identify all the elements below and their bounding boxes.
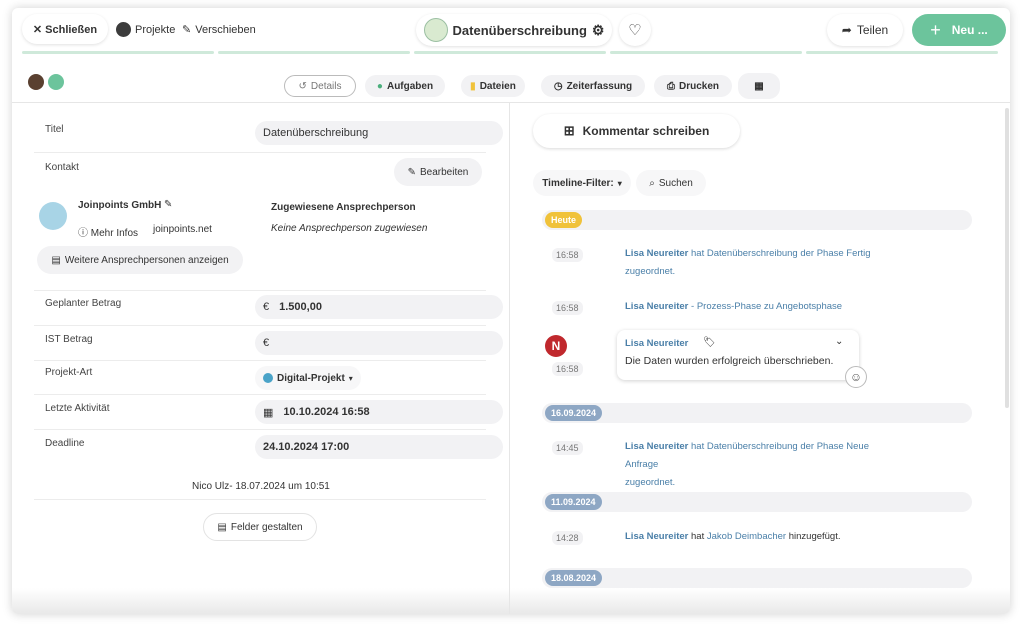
clock-icon: ◷ bbox=[553, 80, 563, 92]
new-button[interactable]: + Neu ... bbox=[912, 14, 1006, 46]
tab-calendar[interactable]: ▦ bbox=[738, 73, 780, 99]
add-comment-icon: ⊞ bbox=[563, 123, 575, 138]
move-link[interactable]: ✎ Verschieben bbox=[182, 23, 256, 37]
timeline-event: Lisa Neureiter - Prozess-Phase zu Angebo… bbox=[625, 301, 843, 312]
avatar: N bbox=[545, 335, 567, 357]
printer-icon: ⎙ bbox=[666, 80, 675, 92]
date-separator: 16.09.2024 bbox=[542, 403, 972, 423]
plus-icon: + bbox=[930, 19, 941, 40]
project-type-dot-icon bbox=[263, 373, 273, 383]
heart-icon: ♡ bbox=[628, 22, 642, 39]
date-separator: 11.09.2024 bbox=[542, 492, 972, 512]
ist-amount-row: IST Betrag € bbox=[34, 326, 503, 361]
check-circle-icon: ● bbox=[376, 80, 383, 92]
scrollbar[interactable] bbox=[1005, 108, 1009, 408]
avatar-user-icon[interactable] bbox=[48, 74, 64, 90]
more-info-link[interactable]: ⓘ Mehr Infos bbox=[78, 224, 138, 239]
title-field[interactable]: Datenüberschreibung bbox=[255, 121, 503, 145]
created-by: Nico Ulz- 18.07.2024 um 10:51 bbox=[192, 481, 330, 492]
design-fields-button[interactable]: ▤ Felder gestalten bbox=[203, 513, 317, 541]
edit-icon: ✎ bbox=[407, 166, 416, 178]
layout-icon: ▤ bbox=[217, 521, 227, 533]
share-icon: ➦ bbox=[841, 23, 852, 37]
planned-amount-row: Geplanter Betrag €1.500,00 bbox=[34, 292, 503, 326]
timeline-event: Lisa Neureiter hat Datenüberschreibung d… bbox=[625, 441, 869, 488]
tag-icon[interactable]: 🏷 bbox=[703, 337, 716, 348]
calendar-icon: ▦ bbox=[263, 406, 274, 419]
file-icon: ▮ bbox=[470, 80, 476, 92]
edit-icon[interactable]: ✎ bbox=[164, 199, 172, 210]
share-button[interactable]: ➦ Teilen bbox=[827, 14, 903, 46]
timeline-filter-select[interactable]: Timeline-Filter: ▾ bbox=[533, 170, 631, 196]
tab-details[interactable]: ↺ Details bbox=[284, 75, 356, 97]
project-type-select[interactable]: Digital-Projekt ▾ bbox=[255, 366, 361, 390]
smiley-icon: ☺ bbox=[849, 370, 863, 384]
search-icon: ⌕ bbox=[649, 177, 655, 189]
comment-card: Lisa Neureiter 🏷 ⌄ Die Daten wurden erfo… bbox=[617, 330, 859, 380]
website-link[interactable]: joinpoints.net bbox=[153, 224, 212, 235]
deadline-row: Deadline 24.10.2024 17:00 bbox=[34, 430, 503, 464]
caret-down-icon: ▾ bbox=[348, 373, 353, 383]
planned-amount-field[interactable]: €1.500,00 bbox=[255, 295, 503, 319]
caret-down-icon: ▾ bbox=[617, 178, 622, 188]
company-name[interactable]: Joinpoints GmbH bbox=[78, 200, 161, 211]
favorite-button[interactable]: ♡ bbox=[619, 14, 651, 46]
write-comment-button[interactable]: ⊞ Kommentar schreiben bbox=[533, 114, 740, 148]
tab-print[interactable]: ⎙ Drucken bbox=[654, 75, 732, 97]
phase-progress-bar bbox=[22, 51, 998, 54]
deadline-field[interactable]: 24.10.2024 17:00 bbox=[255, 435, 503, 459]
gear-icon[interactable]: ⚙ bbox=[592, 22, 605, 39]
emoji-reaction-button[interactable]: ☺ bbox=[845, 366, 867, 388]
history-icon: ↺ bbox=[298, 80, 307, 92]
timeline-event: Lisa Neureiter hat Jakob Deimbacher hinz… bbox=[625, 531, 841, 542]
chevron-down-icon[interactable]: ⌄ bbox=[835, 336, 843, 347]
last-activity-row: Letzte Aktivität ▦ 10.10.2024 16:58 bbox=[34, 395, 503, 430]
tab-tasks[interactable]: ● Aufgaben bbox=[365, 75, 445, 97]
page-title: Datenüberschreibung bbox=[452, 22, 587, 38]
calendar-icon: ▦ bbox=[754, 80, 764, 92]
project-logo-icon bbox=[423, 18, 448, 42]
project-detail-window: ✕ Schließen Projekte ✎ Verschieben Daten… bbox=[12, 8, 1010, 614]
more-contacts-button[interactable]: ▤ Weitere Ansprechpersonen anzeigen bbox=[37, 246, 243, 274]
info-icon: ⓘ bbox=[78, 228, 91, 239]
edit-contact-button[interactable]: ✎ Bearbeiten bbox=[394, 158, 482, 186]
timeline-search-button[interactable]: ⌕ Suchen bbox=[636, 170, 706, 196]
tab-files[interactable]: ▮ Dateien bbox=[461, 75, 525, 97]
date-separator: Heute bbox=[542, 210, 972, 230]
edit-icon: ✎ bbox=[182, 24, 192, 36]
ist-amount-field[interactable]: € bbox=[255, 331, 503, 355]
close-button[interactable]: ✕ Schließen bbox=[22, 14, 108, 44]
project-type-row: Projekt-Art Digital-Projekt ▾ bbox=[34, 361, 486, 395]
title-row: Titel Datenüberschreibung bbox=[34, 118, 503, 153]
timeline-event: Lisa Neureiter hat Datenüberschreibung d… bbox=[625, 248, 871, 277]
company-icon bbox=[39, 202, 67, 230]
last-activity-field[interactable]: ▦ 10.10.2024 16:58 bbox=[255, 400, 503, 424]
project-title-pill[interactable]: Datenüberschreibung ⚙ bbox=[416, 14, 612, 46]
date-separator: 18.08.2024 bbox=[542, 568, 972, 588]
projects-link[interactable]: Projekte bbox=[116, 22, 175, 37]
tab-time-tracking[interactable]: ◷ Zeiterfassung bbox=[541, 75, 645, 97]
contact-card-icon: ▤ bbox=[51, 254, 61, 266]
avatar[interactable] bbox=[28, 74, 44, 90]
projects-icon bbox=[116, 22, 131, 37]
